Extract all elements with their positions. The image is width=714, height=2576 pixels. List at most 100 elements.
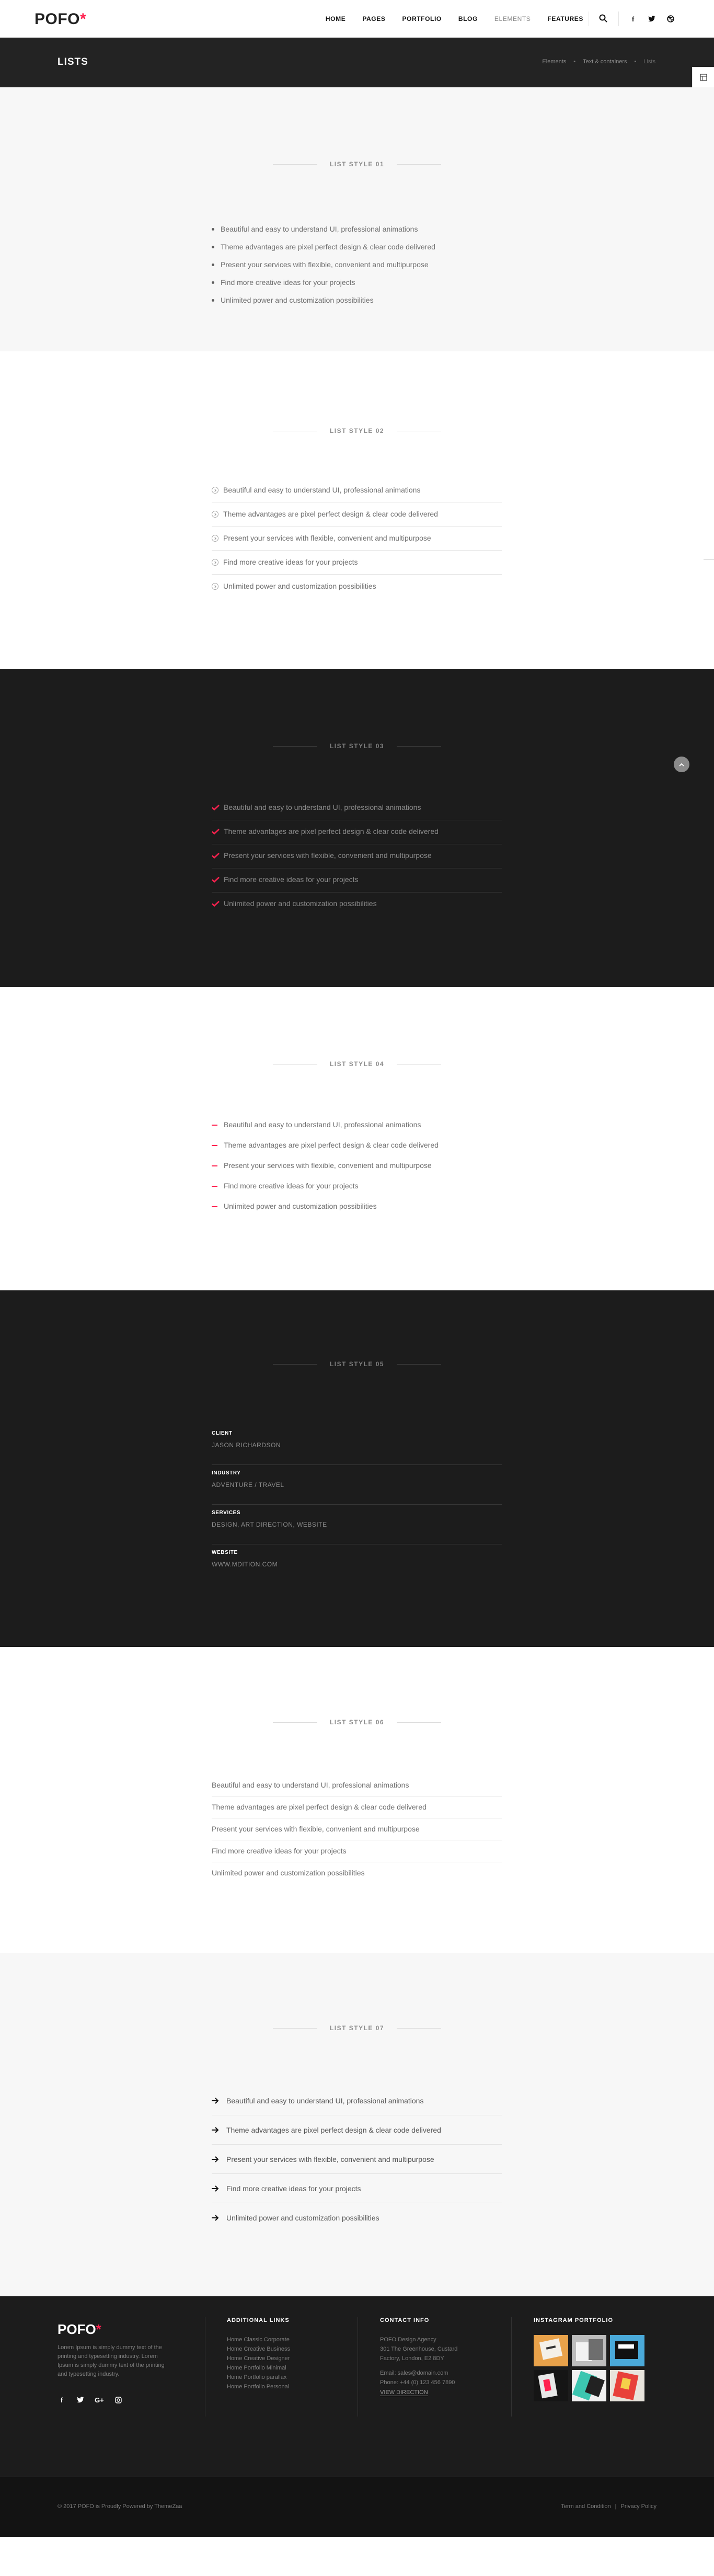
list-style-02-section: LIST STYLE 02 Beautiful and easy to unde… bbox=[0, 351, 714, 669]
circle-chevron-icon bbox=[212, 487, 218, 494]
logo[interactable]: POFO* bbox=[34, 10, 86, 28]
list-item: Beautiful and easy to understand UI, pro… bbox=[212, 2086, 502, 2115]
list-item: Beautiful and easy to understand UI, pro… bbox=[212, 220, 502, 238]
scroll-to-top-button[interactable] bbox=[674, 757, 689, 772]
nav-features[interactable]: FEATURES bbox=[547, 15, 583, 22]
list-item: CLIENT JASON RICHARDSON bbox=[212, 1425, 502, 1465]
check-icon bbox=[212, 877, 220, 883]
logo-star-icon: * bbox=[80, 10, 87, 28]
heading-rule bbox=[397, 1364, 442, 1365]
footer-additional-links: ADDITIONAL LINKS Home Classic Corporate … bbox=[227, 2317, 290, 2391]
footer-link[interactable]: Home Creative Designer bbox=[227, 2354, 290, 2363]
instagram-icon[interactable] bbox=[114, 2396, 122, 2404]
list-style-06-section: LIST STYLE 06 Beautiful and easy to unde… bbox=[0, 1647, 714, 1953]
list-item-value: ADVENTURE / TRAVEL bbox=[212, 1481, 284, 1489]
list-style-05: CLIENT JASON RICHARDSON INDUSTRY ADVENTURE… bbox=[212, 1425, 502, 1584]
breadcrumb-separator: • bbox=[634, 59, 637, 65]
list-item-value[interactable]: WWW.MDITION.COM bbox=[212, 1561, 502, 1568]
list-item: Find more creative ideas for your projec… bbox=[212, 1176, 502, 1197]
twitter-icon[interactable] bbox=[76, 2396, 85, 2404]
instagram-image[interactable] bbox=[610, 2370, 644, 2401]
google-plus-icon[interactable]: G+ bbox=[95, 2396, 104, 2404]
instagram-image[interactable] bbox=[534, 2335, 568, 2366]
contact-address-line: 301 The Greenhouse, Custard bbox=[380, 2346, 458, 2352]
heading-rule bbox=[272, 746, 317, 747]
list-item-text: Theme advantages are pixel perfect desig… bbox=[221, 243, 435, 251]
check-icon bbox=[212, 805, 220, 810]
list-item-text: Unlimited power and customization possib… bbox=[221, 296, 374, 304]
legal-links: Term and Condition | Privacy Policy bbox=[561, 2503, 657, 2510]
nav-home[interactable]: HOME bbox=[326, 15, 346, 22]
breadcrumb-elements[interactable]: Elements bbox=[542, 59, 566, 65]
copyright-bar: © 2017 POFO is Proudly Powered by ThemeZ… bbox=[0, 2477, 714, 2537]
footer-logo[interactable]: POFO* bbox=[57, 2321, 101, 2338]
list-item: Beautiful and easy to understand UI, pro… bbox=[212, 1774, 502, 1796]
logo-text: POFO bbox=[34, 10, 80, 28]
footer-link[interactable]: Home Classic Corporate bbox=[227, 2335, 290, 2344]
list-item-text: Beautiful and easy to understand UI, pro… bbox=[226, 2097, 424, 2105]
search-icon[interactable] bbox=[598, 14, 608, 23]
footer-link[interactable]: Home Portfolio parallax bbox=[227, 2373, 290, 2382]
main-nav: HOME PAGES PORTFOLIO BLOG ELEMENTS FEATU… bbox=[326, 0, 583, 38]
list-item-label: WEBSITE bbox=[212, 1550, 238, 1555]
footer-link[interactable]: Home Portfolio Minimal bbox=[227, 2363, 290, 2373]
arrow-right-icon bbox=[212, 2098, 219, 2104]
dash-icon bbox=[212, 1125, 217, 1126]
list-item-text: Find more creative ideas for your projec… bbox=[224, 1182, 359, 1190]
list-style-04: Beautiful and easy to understand UI, pro… bbox=[212, 1115, 502, 1217]
page-title: LISTS bbox=[57, 56, 88, 67]
list-item-label: INDUSTRY bbox=[212, 1470, 241, 1476]
circle-chevron-icon bbox=[212, 559, 218, 566]
list-item-text: Present your services with flexible, con… bbox=[224, 1161, 432, 1170]
footer-contact-info: CONTACT INFO POFO Design Agency 301 The … bbox=[380, 2317, 457, 2397]
arrow-right-icon bbox=[212, 2127, 219, 2133]
list-item: Find more creative ideas for your projec… bbox=[212, 1840, 502, 1862]
heading-rule bbox=[397, 164, 442, 165]
list-item: Find more creative ideas for your projec… bbox=[212, 273, 502, 291]
section-heading: LIST STYLE 03 bbox=[0, 742, 714, 750]
section-heading: LIST STYLE 05 bbox=[0, 1360, 714, 1368]
list-item-text: Unlimited power and customization possib… bbox=[224, 1202, 377, 1210]
section-title: LIST STYLE 01 bbox=[329, 161, 385, 168]
dribbble-icon[interactable] bbox=[666, 15, 675, 23]
list-item-text: Find more creative ideas for your projec… bbox=[221, 278, 355, 287]
list-item-text: Unlimited power and customization possib… bbox=[223, 582, 376, 590]
nav-blog[interactable]: BLOG bbox=[458, 15, 478, 22]
heading-rule bbox=[397, 2028, 442, 2029]
list-item: Unlimited power and customization possib… bbox=[212, 291, 502, 309]
section-title: LIST STYLE 04 bbox=[329, 1060, 385, 1068]
list-item-text: Find more creative ideas for your projec… bbox=[226, 2184, 361, 2193]
instagram-image[interactable] bbox=[534, 2370, 568, 2401]
facebook-icon[interactable]: f bbox=[57, 2396, 66, 2404]
contact-email[interactable]: Email: sales@domain.com bbox=[380, 2368, 457, 2378]
facebook-icon[interactable]: f bbox=[629, 15, 637, 23]
list-item: Present your services with flexible, con… bbox=[212, 844, 502, 868]
instagram-image[interactable] bbox=[572, 2370, 606, 2401]
list-item: Present your services with flexible, con… bbox=[212, 2145, 502, 2174]
footer-link[interactable]: Home Portfolio Personal bbox=[227, 2382, 290, 2391]
nav-elements[interactable]: ELEMENTS bbox=[494, 15, 531, 22]
list-style-07: Beautiful and easy to understand UI, pro… bbox=[212, 2086, 502, 2232]
bullet-dot-icon bbox=[212, 246, 214, 248]
layout-icon[interactable] bbox=[692, 67, 714, 88]
instagram-image[interactable] bbox=[610, 2335, 644, 2366]
list-item: Present your services with flexible, con… bbox=[212, 526, 502, 551]
circle-chevron-icon bbox=[212, 583, 218, 590]
terms-link[interactable]: Term and Condition bbox=[561, 2503, 611, 2510]
nav-pages[interactable]: PAGES bbox=[362, 15, 385, 22]
view-direction-link[interactable]: VIEW DIRECTION bbox=[380, 2389, 428, 2396]
arrow-right-icon bbox=[212, 2185, 219, 2192]
list-item: Theme advantages are pixel perfect desig… bbox=[212, 502, 502, 526]
nav-portfolio[interactable]: PORTFOLIO bbox=[402, 15, 441, 22]
list-item-text: Beautiful and easy to understand UI, pro… bbox=[224, 1120, 421, 1129]
list-item-text: Present your services with flexible, con… bbox=[224, 851, 432, 860]
heading-rule bbox=[272, 1722, 317, 1723]
twitter-icon[interactable] bbox=[648, 15, 656, 23]
list-style-05-section: LIST STYLE 05 CLIENT JASON RICHARDSON IND… bbox=[0, 1290, 714, 1647]
instagram-image[interactable] bbox=[572, 2335, 606, 2366]
section-heading: LIST STYLE 06 bbox=[0, 1719, 714, 1726]
footer-link[interactable]: Home Creative Business bbox=[227, 2344, 290, 2354]
breadcrumb-text-containers[interactable]: Text & containers bbox=[583, 59, 627, 65]
privacy-link[interactable]: Privacy Policy bbox=[621, 2503, 657, 2510]
page-title-bar: LISTS Elements • Text & containers • Lis… bbox=[0, 38, 714, 87]
